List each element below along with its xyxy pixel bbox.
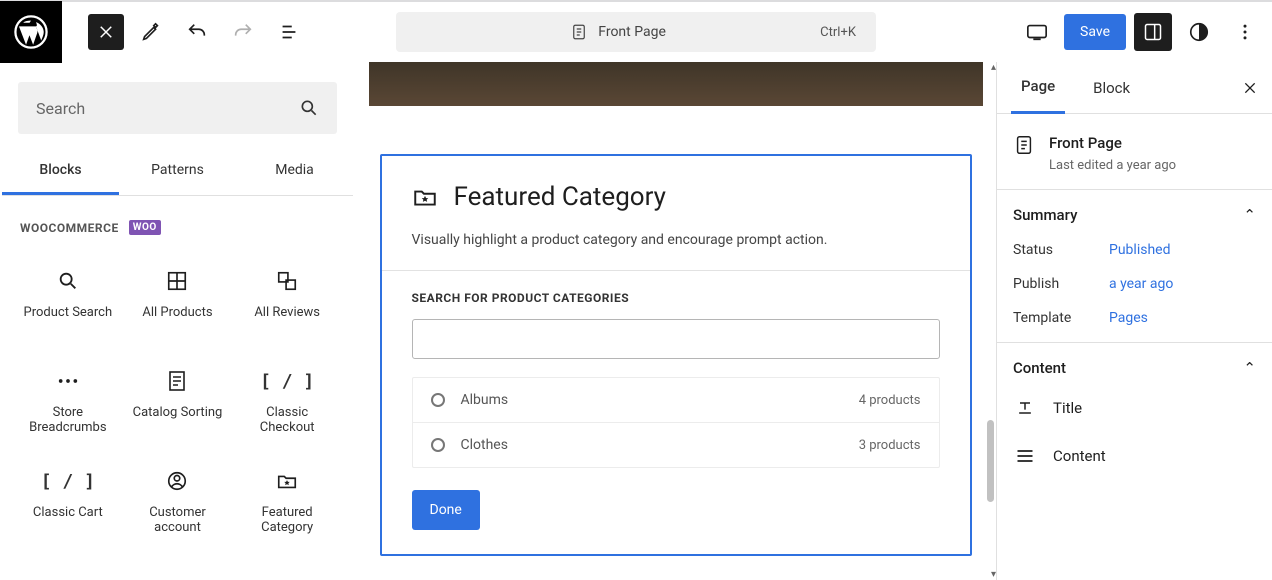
block-title: Featured Category — [454, 182, 666, 212]
block-store-breadcrumbs[interactable]: Store Breadcrumbs — [16, 355, 120, 449]
option-label: Clothes — [461, 437, 508, 453]
summary-key: Status — [1013, 242, 1109, 258]
list-view-icon[interactable] — [270, 13, 308, 51]
featured-folder-icon — [276, 467, 298, 495]
settings-page-title: Front Page — [1049, 134, 1176, 152]
category-option-albums[interactable]: Albums 4 products — [413, 378, 939, 422]
block-customer-account[interactable]: Customer account — [126, 455, 230, 549]
block-label: Featured Category — [239, 505, 335, 535]
search-categories-label: SEARCH FOR PRODUCT CATEGORIES — [412, 291, 940, 305]
summary-value[interactable]: Pages — [1109, 310, 1148, 326]
summary-value[interactable]: a year ago — [1109, 276, 1173, 292]
block-label: All Products — [142, 305, 212, 320]
block-label: All Reviews — [254, 305, 320, 320]
chevron-up-icon: ⌃ — [1243, 359, 1256, 377]
tab-blocks[interactable]: Blocks — [2, 148, 119, 195]
settings-panel-toggle[interactable] — [1134, 13, 1172, 51]
summary-key: Publish — [1013, 276, 1109, 292]
ellipsis-icon — [57, 367, 79, 395]
block-catalog-sorting[interactable]: Catalog Sorting — [126, 355, 230, 449]
section-title: Content — [1013, 359, 1066, 377]
summary-section-toggle[interactable]: Summary ⌃ — [1013, 206, 1256, 224]
featured-category-setup: Featured Category Visually highlight a p… — [380, 154, 972, 556]
redo-icon[interactable] — [224, 13, 262, 51]
block-product-search[interactable]: Product Search — [16, 255, 120, 349]
search-icon — [299, 98, 319, 118]
scrollbar-thumb[interactable] — [987, 420, 994, 502]
content-item-label: Title — [1053, 399, 1082, 417]
category-search-input[interactable] — [412, 319, 940, 359]
option-count: 4 products — [859, 393, 921, 408]
sort-icon — [167, 367, 187, 395]
tab-media[interactable]: Media — [236, 148, 353, 195]
category-option-clothes[interactable]: Clothes 3 products — [413, 422, 939, 467]
scroll-up-arrow[interactable]: ▴ — [991, 62, 996, 73]
summary-key: Template — [1013, 310, 1109, 326]
undo-icon[interactable] — [178, 13, 216, 51]
content-item-label: Content — [1053, 447, 1106, 465]
option-label: Albums — [461, 392, 509, 408]
woocommerce-badge: WOO — [129, 220, 161, 235]
document-title: Front Page — [598, 24, 666, 40]
block-description: Visually highlight a product category an… — [412, 232, 940, 248]
block-featured-category[interactable]: Featured Category — [235, 455, 339, 549]
block-label: Product Search — [24, 305, 113, 320]
wordpress-logo[interactable] — [0, 1, 62, 63]
tools-icon[interactable] — [132, 13, 170, 51]
block-label: Customer account — [130, 505, 226, 535]
grid-icon — [166, 267, 188, 295]
view-icon[interactable] — [1018, 13, 1056, 51]
close-inserter-button[interactable] — [88, 14, 124, 50]
summary-value[interactable]: Published — [1109, 242, 1170, 258]
block-all-products[interactable]: All Products — [126, 255, 230, 349]
content-section-toggle[interactable]: Content ⌃ — [1013, 359, 1256, 377]
tab-block[interactable]: Block — [1083, 63, 1140, 113]
block-search-input[interactable]: Search — [18, 82, 337, 134]
chevron-up-icon: ⌃ — [1243, 206, 1256, 224]
featured-folder-icon — [412, 186, 438, 208]
block-label: Catalog Sorting — [133, 405, 223, 420]
section-title: Summary — [1013, 206, 1077, 224]
user-icon — [166, 467, 188, 495]
reviews-icon — [276, 267, 298, 295]
block-all-reviews[interactable]: All Reviews — [235, 255, 339, 349]
title-icon — [1015, 399, 1035, 417]
done-button[interactable]: Done — [412, 490, 480, 530]
close-settings-icon[interactable] — [1242, 80, 1258, 96]
radio-icon — [431, 438, 445, 452]
hero-image-strip — [369, 62, 983, 106]
content-icon — [1015, 448, 1035, 464]
document-title-bar[interactable]: Front Page Ctrl+K — [396, 12, 876, 52]
more-options-icon[interactable] — [1226, 13, 1264, 51]
tab-patterns[interactable]: Patterns — [119, 148, 236, 195]
styles-icon[interactable] — [1180, 13, 1218, 51]
block-classic-cart[interactable]: [ / ] Classic Cart — [16, 455, 120, 549]
shortcut-hint: Ctrl+K — [820, 25, 856, 40]
radio-icon — [431, 393, 445, 407]
content-item-content[interactable]: Content — [1013, 439, 1256, 473]
shortcode-icon: [ / ] — [41, 467, 95, 495]
page-icon — [570, 23, 588, 41]
shortcode-icon: [ / ] — [260, 367, 314, 395]
settings-last-edited: Last edited a year ago — [1049, 158, 1176, 173]
block-label: Store Breadcrumbs — [20, 405, 116, 435]
search-icon — [57, 267, 79, 295]
search-placeholder: Search — [36, 99, 299, 118]
scroll-down-arrow[interactable]: ▾ — [991, 569, 996, 580]
category-label: WOOCOMMERCE — [20, 221, 119, 235]
block-label: Classic Checkout — [239, 405, 335, 435]
save-button[interactable]: Save — [1064, 14, 1126, 50]
option-count: 3 products — [859, 438, 921, 453]
content-item-title[interactable]: Title — [1013, 391, 1256, 425]
page-icon — [1013, 134, 1035, 156]
tab-page[interactable]: Page — [1011, 61, 1065, 114]
block-classic-checkout[interactable]: [ / ] Classic Checkout — [235, 355, 339, 449]
block-label: Classic Cart — [33, 505, 103, 520]
